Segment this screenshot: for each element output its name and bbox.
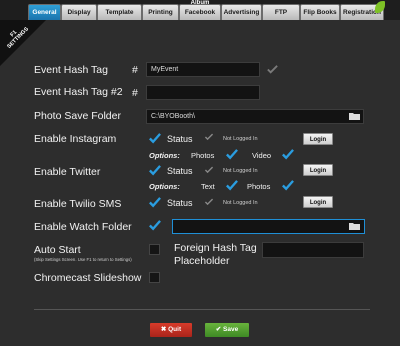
tab-ftp[interactable]: FTP [262,4,300,20]
save-label: Save [223,326,239,333]
photo-save-label: Photo Save Folder [34,110,121,122]
twilio-status-check-icon [204,198,214,206]
twitter-not-logged: Not Logged In [223,168,258,174]
instagram-option-video: Video [252,151,272,160]
twilio-enable-checkbox[interactable] [148,196,161,209]
watch-folder-input[interactable] [172,219,365,234]
auto-start-label: Auto Start [34,244,81,256]
twitter-option-photos: Photos [247,182,271,191]
facebook-album-badge: Album [190,0,210,6]
instagram-label: Enable Instagram [34,133,117,145]
twilio-status-label: Status [167,198,193,208]
event-hash-label: Event Hash Tag [34,64,108,76]
quit-label: Quit [168,326,182,333]
twitter-options-label: Options: [149,182,180,191]
event-hash-input[interactable]: MyEvent [146,62,260,77]
instagram-status-check-icon [204,133,214,141]
event-hash2-label: Event Hash Tag #2 [34,86,123,98]
foreign-hash-input[interactable] [262,242,364,258]
instagram-video-checkbox[interactable] [281,148,294,161]
event-hash2-input[interactable] [146,85,260,100]
instagram-enable-checkbox[interactable] [148,132,161,145]
twilio-not-logged: Not Logged In [223,200,258,206]
foreign-hash-label-2: Placeholder [174,255,230,267]
twitter-photos-checkbox[interactable] [281,179,294,192]
save-button[interactable]: ✔ Save [205,323,249,337]
tab-display[interactable]: Display [61,4,97,20]
twilio-label: Enable Twilio SMS [34,198,122,210]
tab-flip-books[interactable]: Flip Books [300,4,340,20]
twitter-text-checkbox[interactable] [225,179,238,192]
event-hash2-prefix: # [132,87,138,99]
instagram-status-label: Status [167,134,193,144]
tab-bar: General Display Template Printing Album … [0,0,400,20]
tab-registration[interactable]: Registration [340,1,385,20]
twilio-login-button[interactable]: Login [303,196,333,208]
instagram-option-photos: Photos [191,151,215,160]
watch-folder-checkbox[interactable] [148,219,161,232]
twitter-status-check-icon [204,166,214,174]
twitter-status-label: Status [167,166,193,176]
check-icon: ✔ [215,326,224,333]
auto-start-checkbox[interactable] [149,244,160,255]
foreign-hash-label-1: Foreign Hash Tag [174,242,257,254]
footer-divider [34,309,370,310]
tab-general[interactable]: General [28,4,61,20]
tab-template[interactable]: Template [97,4,142,20]
leaf-icon [375,1,385,13]
event-hash-prefix: # [132,64,138,76]
folder-open-icon[interactable] [349,222,361,231]
quit-button[interactable]: ✖ Quit [150,323,192,337]
instagram-photos-checkbox[interactable] [225,148,238,161]
twitter-label: Enable Twitter [34,166,101,178]
tab-facebook-label: Facebook [184,9,216,16]
photo-save-input[interactable]: C:\BYOBooth\ [146,109,364,124]
instagram-not-logged: Not Logged In [223,136,258,142]
instagram-options-label: Options: [149,151,180,160]
twitter-enable-checkbox[interactable] [148,164,161,177]
instagram-login-button[interactable]: Login [303,133,333,145]
twitter-option-text: Text [201,182,215,191]
tab-facebook[interactable]: Album Facebook [179,0,221,20]
twitter-login-button[interactable]: Login [303,164,333,176]
folder-open-icon[interactable] [349,112,361,121]
auto-start-subtext: (Skip Settings Screen. Use F1 to return … [34,257,132,262]
event-hash-check-icon [267,65,278,74]
watch-folder-label: Enable Watch Folder [34,221,132,233]
chromecast-label: Chromecast Slideshow [34,272,142,284]
tab-advertising[interactable]: Advertising [221,4,262,20]
tab-printing[interactable]: Printing [142,4,179,20]
chromecast-checkbox[interactable] [149,272,160,283]
